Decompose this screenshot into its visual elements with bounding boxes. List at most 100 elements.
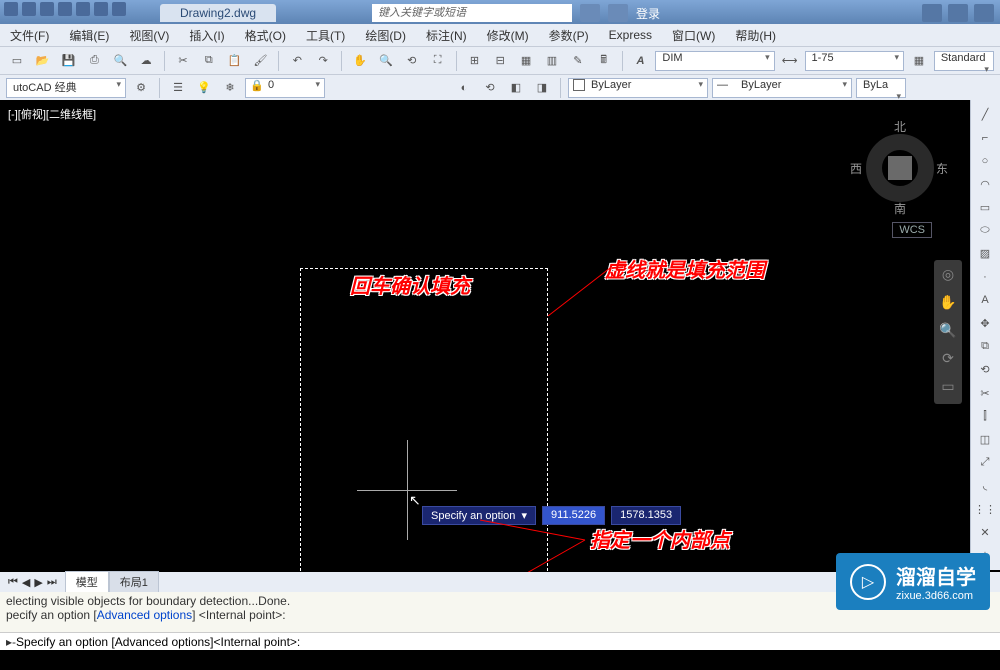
markup-icon[interactable]: ✎ bbox=[567, 50, 589, 72]
tab-layout1[interactable]: 布局1 bbox=[109, 571, 159, 593]
preview-icon[interactable]: 🔍 bbox=[109, 50, 131, 72]
menu-format[interactable]: 格式(O) bbox=[245, 27, 286, 44]
linetype-combo[interactable]: —ByLayer bbox=[712, 78, 852, 98]
help-icon[interactable] bbox=[974, 4, 994, 22]
menu-express[interactable]: Express bbox=[609, 28, 652, 42]
new-icon[interactable]: ▭ bbox=[6, 50, 28, 72]
infocenter-icon[interactable] bbox=[580, 4, 600, 22]
workspace-combo[interactable]: utoCAD 经典 bbox=[6, 78, 126, 98]
zoom-window-icon[interactable]: ⛶ bbox=[427, 50, 449, 72]
layer-props-icon[interactable]: ☰ bbox=[167, 77, 189, 99]
pan-icon[interactable]: ✋ bbox=[349, 50, 371, 72]
viewport-label[interactable]: [-][俯视][二维线框] bbox=[8, 106, 96, 122]
zoom-icon[interactable]: 🔍 bbox=[375, 50, 397, 72]
viewcube-west[interactable]: 西 bbox=[850, 160, 862, 177]
menu-dimension[interactable]: 标注(N) bbox=[426, 27, 467, 44]
menu-file[interactable]: 文件(F) bbox=[10, 27, 49, 44]
dynamic-x-value[interactable]: 911.5226 bbox=[542, 506, 605, 525]
polyline-icon[interactable]: ⌐ bbox=[973, 127, 997, 148]
help-search-input[interactable]: 键入关键字或短语 bbox=[372, 4, 572, 22]
layer-prev-icon[interactable]: ⟲ bbox=[479, 77, 501, 99]
scale-icon[interactable]: ⤢ bbox=[973, 452, 997, 473]
table-icon[interactable]: ▦ bbox=[908, 50, 930, 72]
layer-state-icon[interactable]: 💡 bbox=[193, 77, 215, 99]
viewcube-east[interactable]: 东 bbox=[936, 160, 948, 177]
properties-icon[interactable]: ⊞ bbox=[464, 50, 486, 72]
menu-view[interactable]: 视图(V) bbox=[129, 27, 169, 44]
qat-icon[interactable] bbox=[4, 2, 18, 16]
match-icon[interactable]: 🖌 bbox=[250, 50, 272, 72]
array-icon[interactable]: ⋮⋮ bbox=[973, 498, 997, 519]
viewcube[interactable]: 北 南 东 西 bbox=[850, 118, 950, 218]
login-link[interactable]: 登录 bbox=[636, 5, 660, 22]
offset-icon[interactable]: ⫿ bbox=[973, 406, 997, 427]
ellipse-icon[interactable]: ⬭ bbox=[973, 220, 997, 241]
workspace-settings-icon[interactable]: ⚙ bbox=[130, 77, 152, 99]
hatch-icon[interactable]: ▨ bbox=[973, 243, 997, 264]
menu-help[interactable]: 帮助(H) bbox=[735, 27, 776, 44]
viewcube-north[interactable]: 北 bbox=[894, 118, 906, 135]
publish-icon[interactable]: ☁ bbox=[135, 50, 157, 72]
tab-first-icon[interactable]: ⏮ bbox=[8, 576, 18, 589]
qat-icon[interactable] bbox=[112, 2, 126, 16]
qat-icon[interactable] bbox=[76, 2, 90, 16]
nav-orbit-icon[interactable]: ⟳ bbox=[938, 350, 958, 370]
circle-icon[interactable]: ○ bbox=[973, 150, 997, 171]
command-input[interactable]: ▸- Specify an option [Advanced options] … bbox=[0, 632, 1000, 650]
open-icon[interactable]: 📂 bbox=[32, 50, 54, 72]
copy-obj-icon[interactable]: ⧉ bbox=[973, 336, 997, 357]
scale-combo[interactable]: 1-75 bbox=[805, 51, 904, 71]
textstyle-combo[interactable]: Standard bbox=[934, 51, 994, 71]
tab-prev-icon[interactable]: ◀ bbox=[22, 576, 30, 589]
document-tab[interactable]: Drawing2.dwg bbox=[160, 4, 276, 22]
menu-edit[interactable]: 编辑(E) bbox=[69, 27, 109, 44]
rectangle-icon[interactable]: ▭ bbox=[973, 197, 997, 218]
drawing-canvas[interactable]: [-][俯视][二维线框] ↖ Specify an option ▾ 911.… bbox=[0, 100, 968, 570]
qat-icon[interactable] bbox=[40, 2, 54, 16]
layer-freeze-icon[interactable]: ❄ bbox=[219, 77, 241, 99]
qat-icon[interactable] bbox=[94, 2, 108, 16]
undo-icon[interactable]: ↶ bbox=[286, 50, 308, 72]
mirror-icon[interactable]: ◫ bbox=[973, 429, 997, 450]
point-icon[interactable]: · bbox=[973, 266, 997, 287]
dim-icon[interactable]: ⟷ bbox=[779, 50, 801, 72]
qat-icon[interactable] bbox=[22, 2, 36, 16]
viewcube-south[interactable]: 南 bbox=[894, 200, 906, 217]
tab-next-icon[interactable]: ▶ bbox=[34, 576, 42, 589]
paste-icon[interactable]: 📋 bbox=[224, 50, 246, 72]
sheet-set-icon[interactable]: ▥ bbox=[541, 50, 563, 72]
nav-zoom-icon[interactable]: 🔍 bbox=[938, 322, 958, 342]
menu-window[interactable]: 窗口(W) bbox=[672, 27, 715, 44]
cloud-icon[interactable] bbox=[948, 4, 968, 22]
menu-tools[interactable]: 工具(T) bbox=[306, 27, 345, 44]
exchange-icon[interactable] bbox=[922, 4, 942, 22]
orbit-icon[interactable]: ⟲ bbox=[401, 50, 423, 72]
tool-palette-icon[interactable]: ▦ bbox=[515, 50, 537, 72]
layer-iso-icon[interactable]: ◐ bbox=[453, 77, 475, 99]
menu-draw[interactable]: 绘图(D) bbox=[365, 27, 406, 44]
qat-icon[interactable] bbox=[58, 2, 72, 16]
design-center-icon[interactable]: ⊟ bbox=[489, 50, 511, 72]
text-icon[interactable]: A bbox=[973, 290, 997, 311]
layer-combo[interactable]: 🔒0 bbox=[245, 78, 325, 98]
signin-icon[interactable] bbox=[608, 4, 628, 22]
menu-parametric[interactable]: 参数(P) bbox=[549, 27, 589, 44]
dynamic-y-value[interactable]: 1578.1353 bbox=[611, 506, 681, 525]
menu-insert[interactable]: 插入(I) bbox=[189, 27, 224, 44]
arc-icon[interactable]: ◠ bbox=[973, 174, 997, 195]
line-icon[interactable]: ╱ bbox=[973, 104, 997, 125]
lineweight-combo[interactable]: ByLa bbox=[856, 78, 906, 98]
fillet-icon[interactable]: ◟ bbox=[973, 475, 997, 496]
nav-pan-icon[interactable]: ✋ bbox=[938, 294, 958, 314]
layer-match-icon[interactable]: ◧ bbox=[505, 77, 527, 99]
rotate-icon[interactable]: ⟲ bbox=[973, 359, 997, 380]
save-icon[interactable]: 💾 bbox=[58, 50, 80, 72]
wcs-label[interactable]: WCS bbox=[892, 222, 932, 238]
redo-icon[interactable]: ↷ bbox=[312, 50, 334, 72]
nav-show-icon[interactable]: ▭ bbox=[938, 378, 958, 398]
erase-icon[interactable]: ✕ bbox=[973, 522, 997, 543]
calc-icon[interactable]: 🖩 bbox=[593, 50, 615, 72]
textstyle-icon[interactable]: A bbox=[630, 50, 652, 72]
dimstyle-combo[interactable]: DIM bbox=[655, 51, 774, 71]
plot-icon[interactable]: ⎙ bbox=[84, 50, 106, 72]
